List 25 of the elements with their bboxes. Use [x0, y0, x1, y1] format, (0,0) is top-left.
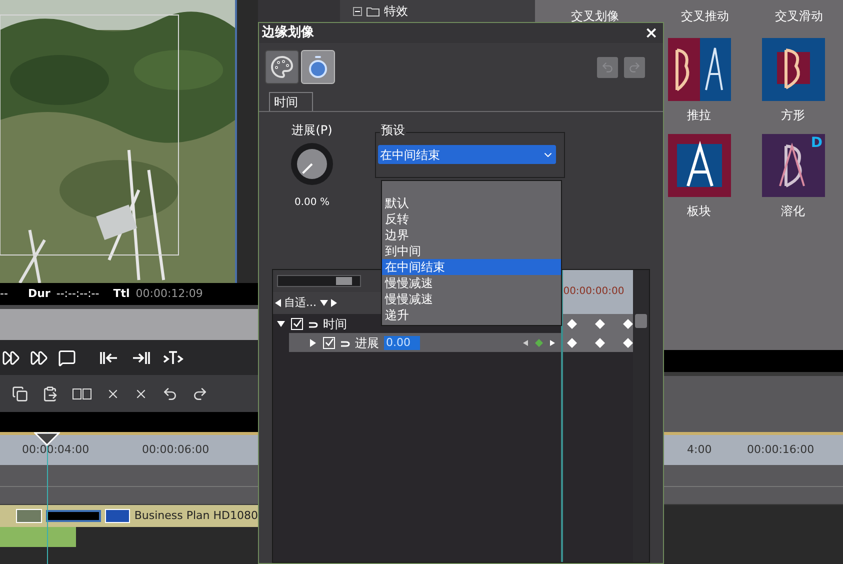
ruler-label: 00:00:06:00 — [142, 442, 210, 458]
window-title: 边缘划像 — [262, 24, 314, 42]
tree-label: 特效 — [384, 3, 408, 20]
status-label: Dur — [28, 286, 50, 302]
badge-label: D — [810, 136, 822, 150]
tile-label: 溶化 — [781, 204, 805, 218]
transition-label: 交叉推动 — [680, 8, 730, 25]
tile-label: 板块 — [687, 204, 711, 218]
ruler-label: 00:00:16:00 — [747, 442, 814, 458]
clip-name: Business Plan HD1080 — [134, 508, 258, 524]
status-value: --:--:--:-- — [56, 286, 100, 302]
knob-label: 进展(P) — [292, 124, 332, 136]
status-label: Ttl — [113, 286, 130, 302]
tile-label: 方形 — [781, 108, 805, 122]
transition-label: 交叉划像 — [570, 8, 620, 25]
track-label: 进展 — [355, 334, 379, 352]
group-legend: 预设 — [380, 124, 406, 136]
knob-reading: 0.00 % — [294, 198, 330, 208]
ruler-label: 4:00 — [687, 442, 713, 458]
status-value: 00:00:12:09 — [136, 286, 203, 302]
tile-label: 推拉 — [687, 108, 711, 122]
track-label: 时间 — [323, 316, 347, 332]
transition-label: 交叉滑动 — [774, 8, 824, 25]
status-text: -- — [0, 286, 8, 302]
timecode: 00:00:00:00 — [563, 287, 624, 297]
